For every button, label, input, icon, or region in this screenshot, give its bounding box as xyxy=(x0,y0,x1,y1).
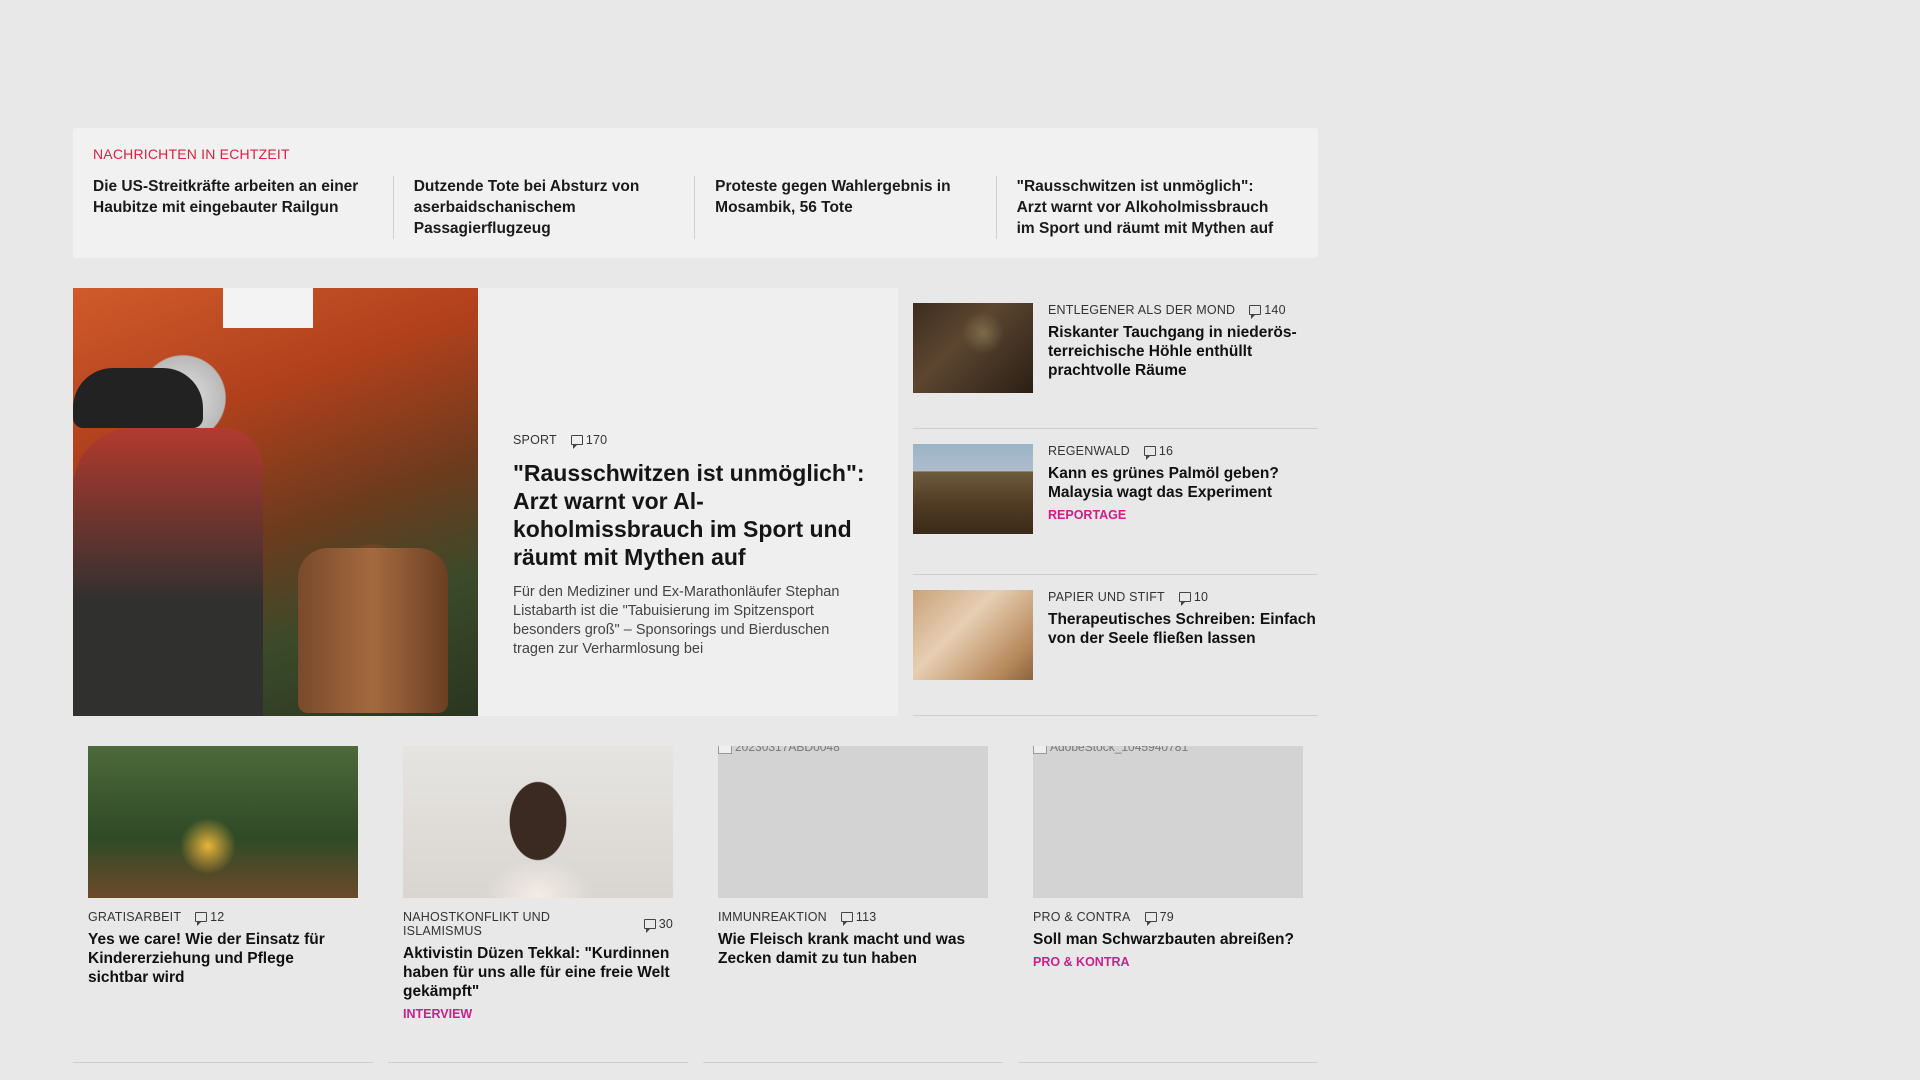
comment-count-value: 30 xyxy=(658,917,673,931)
story-card[interactable]: 20230317ABD0048 IMMUNREAKTION 113 Wie Fl… xyxy=(718,746,988,1021)
comment-count-value: 170 xyxy=(585,433,608,447)
sidebar-story[interactable]: ENTLEGENER ALS DER MOND 140 Riskanter Ta… xyxy=(913,288,1318,429)
category-label: REGENWALD xyxy=(1048,444,1130,458)
comment-icon xyxy=(570,435,583,449)
story-title[interactable]: Therapeutisches Schreiben: Einfach von d… xyxy=(1048,610,1318,648)
story-title[interactable]: Soll man Schwarzbauten abreißen? xyxy=(1033,930,1303,949)
comment-count-value: 113 xyxy=(855,910,877,924)
story-meta: PRO & CONTRA 79 xyxy=(1033,910,1303,926)
story-meta: NAHOSTKONFLIKT UND ISLAMISMUS 30 xyxy=(403,910,673,938)
story-card[interactable]: NAHOSTKONFLIKT UND ISLAMISMUS 30 Aktivis… xyxy=(403,746,673,1021)
sidebar-story[interactable]: REGENWALD 16 Kann es grünes Palmöl geben… xyxy=(913,429,1318,575)
lead-story-teaser: Für den Mediziner und Ex-Marathonläufer … xyxy=(513,584,840,657)
ticker-item[interactable]: Proteste gegen Wahlergebnis in Mo­sambik… xyxy=(695,176,997,239)
comment-count[interactable]: 170 xyxy=(570,433,608,449)
broken-image-icon xyxy=(1033,746,1047,754)
category-label: NAHOSTKONFLIKT UND ISLAMISMUS xyxy=(403,910,551,938)
comment-count-value: 12 xyxy=(210,910,225,924)
comment-count[interactable]: 79 xyxy=(1144,910,1174,926)
section-divider xyxy=(73,1062,1318,1063)
comment-count-value: 79 xyxy=(1159,910,1174,924)
lead-story-body: SPORT 170 "Rausschwitzen ist unmöglich":… xyxy=(478,288,898,716)
story-image-broken[interactable]: 20230317ABD0048 xyxy=(718,746,988,898)
comment-icon xyxy=(1178,592,1191,606)
lead-story-meta: SPORT 170 xyxy=(513,433,868,449)
story-meta: ENTLEGENER ALS DER MOND 140 xyxy=(1048,303,1318,319)
comment-icon xyxy=(643,919,656,933)
comment-count[interactable]: 113 xyxy=(840,910,877,926)
sidebar-stories: ENTLEGENER ALS DER MOND 140 Riskanter Ta… xyxy=(913,288,1318,716)
category-label: SPORT xyxy=(513,433,557,447)
broken-image-icon xyxy=(718,746,732,754)
story-tag: INTERVIEW xyxy=(403,1007,473,1021)
comment-icon xyxy=(1143,446,1156,460)
story-grid: GRATISARBEIT 12 Yes we care! Wie der Ein… xyxy=(88,746,1303,1021)
ticker-label: NACHRICHTEN IN ECHTZEIT xyxy=(93,146,290,162)
story-meta: PAPIER UND STIFT 10 xyxy=(1048,590,1318,606)
story-title[interactable]: Aktivistin Düzen Tekkal: "Kurdinnen habe… xyxy=(403,944,673,1001)
story-image-broken[interactable]: AdobeStock_1045940781 xyxy=(1033,746,1303,898)
comment-count[interactable]: 12 xyxy=(195,910,225,926)
story-card[interactable]: GRATISARBEIT 12 Yes we care! Wie der Ein… xyxy=(88,746,358,1021)
comment-icon xyxy=(1144,912,1157,926)
category-label: GRATISARBEIT xyxy=(88,910,182,924)
comment-count-value: 16 xyxy=(1158,444,1174,458)
comment-count[interactable]: 30 xyxy=(643,917,673,933)
ticker-item[interactable]: Die US-Streitkräfte arbeiten an einer Ha… xyxy=(93,176,394,239)
live-news-ticker: NACHRICHTEN IN ECHTZEIT Die US-Streitkrä… xyxy=(73,128,1318,258)
comment-count[interactable]: 16 xyxy=(1143,444,1174,460)
story-tag: REPORTAGE xyxy=(1048,508,1127,522)
category-label: ENTLEGENER ALS DER MOND xyxy=(1048,303,1236,317)
story-tag: PRO & KONTRA xyxy=(1033,955,1130,969)
comment-count[interactable]: 140 xyxy=(1249,303,1286,319)
sidebar-story[interactable]: PAPIER UND STIFT 10 Therapeutisches Schr… xyxy=(913,575,1318,716)
story-meta: IMMUNREAKTION 113 xyxy=(718,910,988,926)
category-label: PRO & CONTRA xyxy=(1033,910,1131,924)
story-image[interactable] xyxy=(913,303,1033,393)
lead-story[interactable]: SPORT 170 "Rausschwitzen ist unmöglich":… xyxy=(73,288,898,716)
ticker-item[interactable]: Dutzende Tote bei Absturz von aser­baids… xyxy=(394,176,696,239)
ticker-items: Die US-Streitkräfte arbeiten an einer Ha… xyxy=(93,176,1298,239)
comment-icon xyxy=(195,912,208,926)
ticker-item[interactable]: "Rausschwitzen ist unmöglich": Arzt warn… xyxy=(997,176,1298,239)
story-meta: GRATISARBEIT 12 xyxy=(88,910,358,926)
story-title[interactable]: Wie Fleisch krank macht und was Zecken d… xyxy=(718,930,988,968)
image-alt-text: AdobeStock_1045940781 xyxy=(1050,746,1189,754)
lead-story-image[interactable] xyxy=(73,288,478,716)
comment-count[interactable]: 10 xyxy=(1178,590,1209,606)
lead-story-title[interactable]: "Rausschwitzen ist unmöglich": Arzt warn… xyxy=(513,459,868,571)
story-image[interactable] xyxy=(913,590,1033,680)
story-title[interactable]: Kann es grünes Palmöl geben? Malaysia wa… xyxy=(1048,464,1318,502)
story-card[interactable]: AdobeStock_1045940781 PRO & CONTRA 79 So… xyxy=(1033,746,1303,1021)
story-title[interactable]: Yes we care! Wie der Einsatz für Kindere… xyxy=(88,930,358,987)
story-image[interactable] xyxy=(913,444,1033,534)
story-meta: REGENWALD 16 xyxy=(1048,444,1318,460)
image-alt-text: 20230317ABD0048 xyxy=(735,746,840,754)
story-image[interactable] xyxy=(403,746,673,898)
story-image[interactable] xyxy=(88,746,358,898)
story-title[interactable]: Riskanter Tauchgang in niederös­terreich… xyxy=(1048,323,1318,380)
comment-icon xyxy=(1249,305,1262,319)
category-label: IMMUNREAKTION xyxy=(718,910,827,924)
category-label: PAPIER UND STIFT xyxy=(1048,590,1165,604)
comment-count-value: 10 xyxy=(1193,590,1209,604)
comment-count-value: 140 xyxy=(1264,303,1286,317)
comment-icon xyxy=(840,912,853,926)
